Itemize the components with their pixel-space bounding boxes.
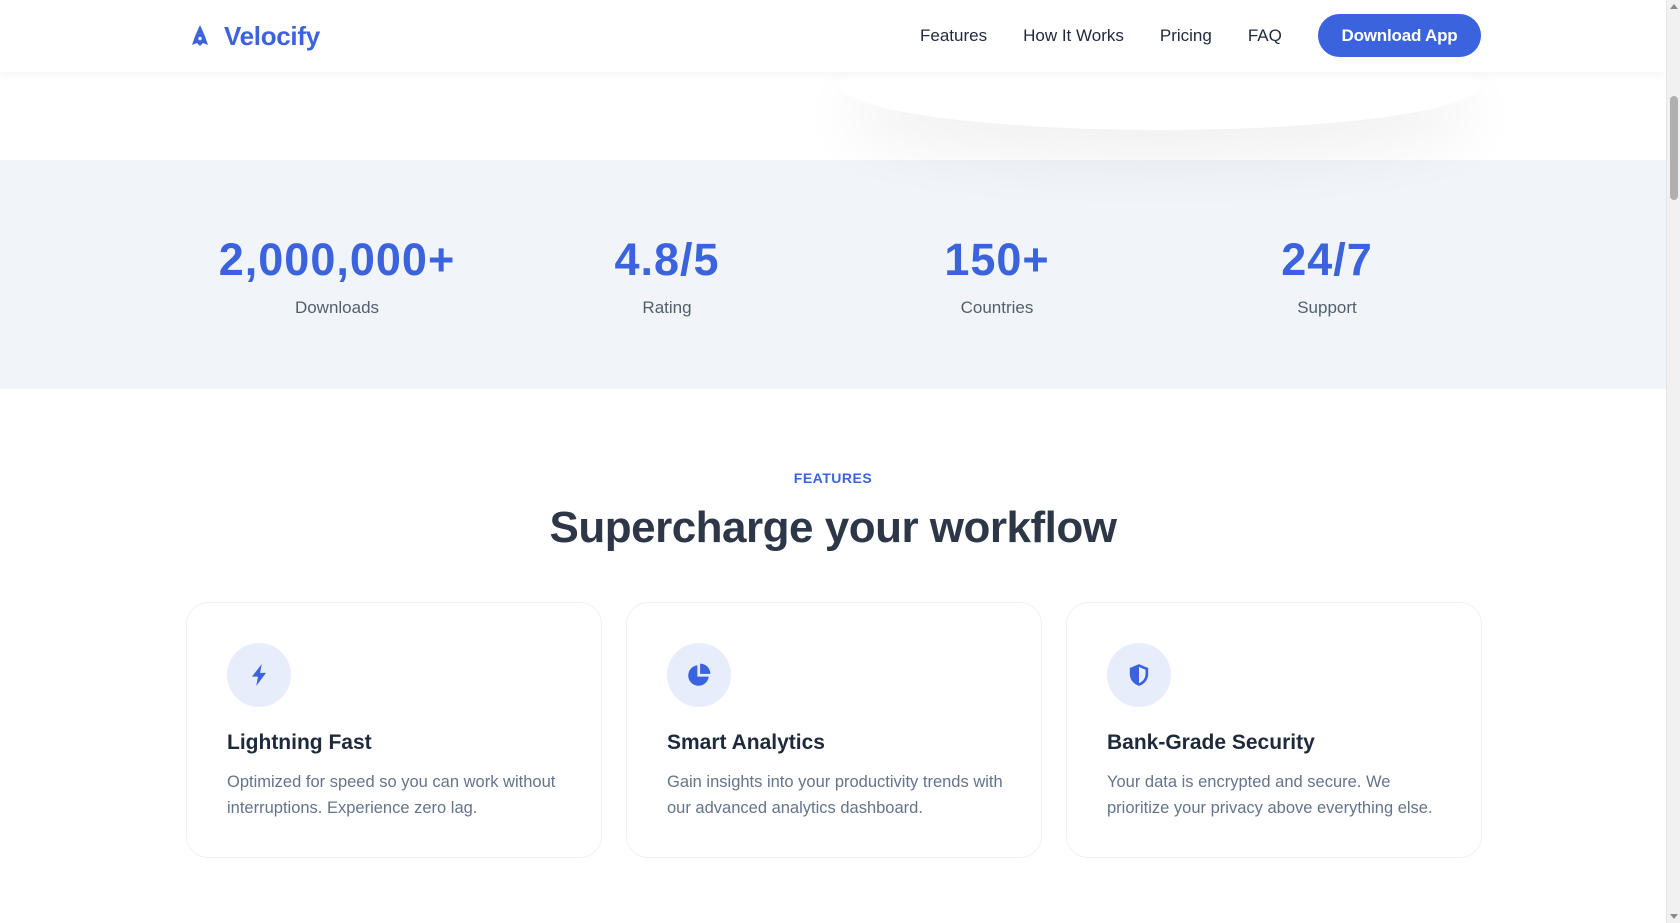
feature-card-bank-grade-security: Bank-Grade Security Your data is encrypt…: [1066, 602, 1482, 858]
rocket-icon: [192, 25, 208, 46]
stat-label: Downloads: [294, 298, 380, 317]
pie-chart-icon: [688, 663, 711, 686]
page: Velocify Features How It Works Pricing F…: [0, 0, 1666, 923]
feature-icon-circle: [1107, 643, 1171, 707]
lightning-bolt-icon: [251, 664, 267, 686]
main-nav: Features How It Works Pricing FAQ: [920, 0, 1282, 72]
stat-label: Rating: [642, 298, 692, 317]
feature-title: Smart Analytics: [667, 731, 825, 754]
scrollbar-thumb[interactable]: [1670, 96, 1678, 200]
feature-description: Gain insights into your productivity tre…: [667, 773, 1003, 817]
feature-icon-circle: [667, 643, 731, 707]
feature-description: Your data is encrypted and secure. We pr…: [1107, 773, 1433, 817]
brand-logo[interactable]: Velocify: [188, 20, 320, 52]
stat-value: 24/7: [1281, 234, 1373, 285]
site-header: Velocify Features How It Works Pricing F…: [0, 0, 1666, 72]
stats-section: 2,000,000+ Downloads 4.8/5 Rating 150+ C…: [0, 160, 1666, 389]
feature-title: Bank-Grade Security: [1107, 731, 1315, 754]
download-app-button[interactable]: Download App: [1318, 14, 1481, 57]
stat-value: 150+: [944, 234, 1050, 285]
scroll-up-arrow-icon[interactable]: [1670, 4, 1678, 9]
scroll-down-arrow-icon[interactable]: [1670, 914, 1678, 919]
stat-support: 24/7 Support: [1162, 160, 1492, 389]
stat-value: 2,000,000+: [218, 234, 456, 285]
feature-card-lightning-fast: Lightning Fast Optimized for speed so yo…: [186, 602, 602, 858]
feature-icon-circle: [227, 643, 291, 707]
nav-link-faq[interactable]: FAQ: [1248, 26, 1282, 46]
stat-label: Support: [1297, 298, 1357, 317]
feature-card-smart-analytics: Smart Analytics Gain insights into your …: [626, 602, 1042, 858]
nav-link-features[interactable]: Features: [920, 26, 987, 46]
feature-title: Lightning Fast: [227, 731, 372, 754]
stat-label: Countries: [960, 298, 1034, 317]
features-eyebrow: FEATURES: [793, 470, 873, 486]
features-title: Supercharge your workflow: [549, 503, 1117, 552]
brand-name: Velocify: [224, 20, 320, 51]
shield-icon: [1129, 664, 1149, 686]
nav-link-pricing[interactable]: Pricing: [1160, 26, 1212, 46]
stat-countries: 150+ Countries: [832, 160, 1162, 389]
stat-downloads: 2,000,000+ Downloads: [172, 160, 502, 389]
stat-rating: 4.8/5 Rating: [502, 160, 832, 389]
page-scrollbar[interactable]: [1666, 0, 1680, 923]
feature-description: Optimized for speed so you can work with…: [227, 773, 556, 817]
nav-link-how-it-works[interactable]: How It Works: [1023, 26, 1124, 46]
stat-value: 4.8/5: [614, 234, 720, 285]
